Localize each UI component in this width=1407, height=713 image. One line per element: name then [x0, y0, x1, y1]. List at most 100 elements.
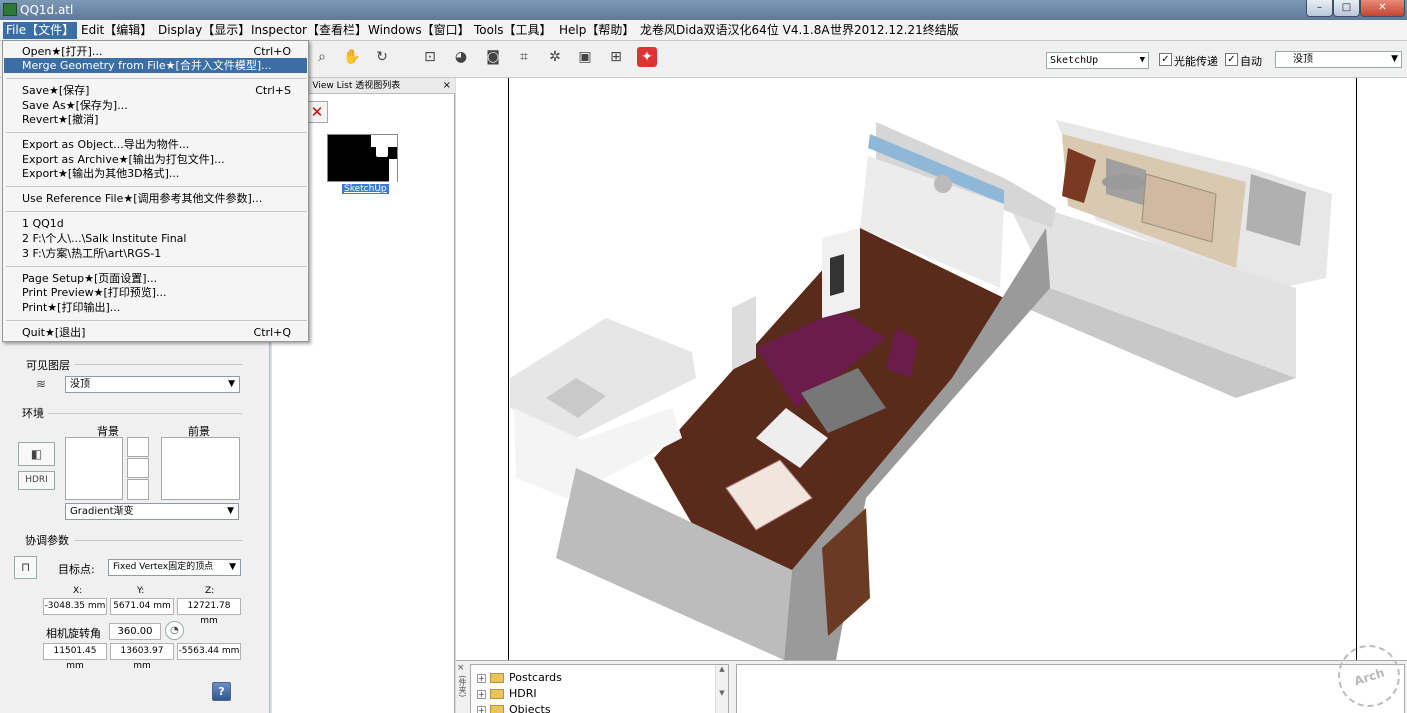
3d-viewport[interactable] — [456, 78, 1407, 660]
gear-icon[interactable]: ✲ — [545, 47, 565, 67]
layers-select[interactable]: 没顶 ▼ — [65, 376, 240, 393]
menu-item-export-archive[interactable]: Export as Archive★[输出为打包文件]... — [4, 152, 307, 167]
hdri-button[interactable]: HDRI — [18, 471, 55, 490]
menu-separator — [6, 186, 307, 187]
target-x-field[interactable]: -3048.35 mm — [43, 598, 107, 615]
menu-item-revert[interactable]: Revert★[撤消] — [4, 112, 307, 127]
camera-icon[interactable]: ◙ — [483, 47, 503, 67]
environment-label: 环境 — [22, 407, 44, 420]
menu-item-recent-2[interactable]: 2 F:\个人\...\Salk Institute Final — [4, 231, 307, 246]
tree-item-hdri[interactable]: + HDRI — [477, 687, 537, 700]
chevron-down-icon: ▼ — [228, 379, 235, 389]
menu-item-use-reference[interactable]: Use Reference File★[调用参考其他文件参数]... — [4, 191, 307, 206]
close-icon[interactable]: × — [443, 78, 451, 94]
picture-frame — [830, 254, 844, 296]
layers-icon[interactable]: ≋ — [32, 377, 50, 391]
camera-y-field[interactable]: 13603.97 mm — [110, 643, 174, 671]
camera-z-field[interactable]: -5563.44 mm — [177, 643, 241, 660]
swap-slot-top[interactable] — [127, 437, 149, 457]
style-select[interactable]: SketchUp ▼ — [1046, 52, 1149, 69]
delete-view-button[interactable]: ✕ — [306, 101, 328, 123]
target-y-field[interactable]: 5671.04 mm — [110, 598, 174, 615]
orbit-icon[interactable]: ↻ — [372, 47, 392, 67]
expand-icon[interactable]: + — [477, 689, 486, 699]
visible-layers-label: 可见图层 — [26, 359, 70, 372]
menu-edition-info[interactable]: 世界2012.12.21终结版 — [830, 22, 959, 39]
render-icon[interactable]: ✦ — [637, 47, 657, 67]
target-z-field[interactable]: 12721.78 mm — [177, 598, 241, 626]
target-label: 目标点: — [58, 563, 95, 576]
target-select[interactable]: Fixed Vertex固定的顶点 ▼ — [108, 559, 241, 576]
close-button[interactable]: ✕ — [1360, 0, 1405, 17]
menu-item-export[interactable]: Export★[输出为其他3D格式]... — [4, 166, 307, 181]
crop-icon[interactable]: ⊡ — [420, 47, 440, 67]
style-select-value: SketchUp — [1050, 55, 1099, 66]
foreground-swatch[interactable] — [161, 437, 240, 500]
bedroom-lamp — [1102, 174, 1146, 190]
expand-icon[interactable]: + — [477, 705, 486, 713]
view-list-title: e View List 透视图列表 — [304, 81, 401, 91]
radiosity-checkbox[interactable]: ✓ — [1159, 53, 1172, 66]
menu-edit[interactable]: Edit【编辑】 — [81, 22, 152, 39]
menu-item-quit[interactable]: Quit★[退出] Ctrl+Q — [4, 325, 307, 340]
menu-item-print[interactable]: Print★[打印输出]... — [4, 300, 307, 315]
menu-item-merge-geometry[interactable]: Merge Geometry from File★[合并入文件模型]... — [4, 58, 307, 73]
menu-item-save[interactable]: Save★[保存] Ctrl+S — [4, 83, 307, 98]
menu-inspector[interactable]: Inspector【查看栏】 — [251, 22, 367, 39]
minimize-button[interactable]: – — [1306, 0, 1333, 17]
preset-select[interactable]: 没顶 ▼ — [1275, 51, 1402, 68]
menu-item-open[interactable]: Open★[打开]... Ctrl+O — [4, 44, 307, 59]
menu-windows[interactable]: Windows【窗口】 — [368, 22, 470, 39]
auto-label: 自动 — [1240, 55, 1262, 68]
chevron-down-icon: ▼ — [227, 506, 234, 516]
swap-slot-bottom[interactable] — [127, 479, 149, 500]
close-icon[interactable]: × — [457, 663, 465, 673]
expand-icon[interactable]: + — [477, 673, 486, 683]
folder-icon — [490, 705, 504, 713]
swap-slot-middle[interactable] — [127, 458, 149, 478]
zoom-icon[interactable]: ⌕ — [312, 47, 332, 67]
menu-item-export-object[interactable]: Export as Object...导出为物件... — [4, 137, 307, 152]
camera-x-field[interactable]: 11501.45 mm — [43, 643, 107, 671]
apartment-render — [510, 120, 1332, 660]
add-view-icon[interactable]: ⊞ — [606, 47, 626, 67]
frame-icon[interactable]: ⌗ — [514, 47, 534, 67]
x-axis-label: X: — [73, 586, 83, 596]
picture-icon[interactable]: ▣ — [575, 47, 595, 67]
view-thumbnail[interactable] — [327, 134, 398, 183]
tree-item-postcards[interactable]: + Postcards — [477, 671, 562, 684]
lock-icon[interactable]: ⊓ — [14, 556, 37, 579]
environment-icon[interactable]: ◧ — [18, 442, 55, 466]
menu-file[interactable]: File【文件】 — [3, 22, 78, 39]
palette-icon[interactable]: ◕ — [451, 47, 471, 67]
maximize-button[interactable]: □ — [1333, 0, 1360, 17]
menu-tools[interactable]: Tools【工具】 — [474, 22, 552, 39]
menu-item-page-setup[interactable]: Page Setup★[页面设置]... — [4, 271, 307, 286]
library-panel: × (件夹) + Postcards + HDRI + Objects ▲ ▼ — [456, 660, 1407, 713]
menu-item-recent-3[interactable]: 3 F:\方案\热工所\art\RGS-1 — [4, 246, 307, 261]
library-side-tab[interactable]: × (件夹) — [456, 661, 468, 713]
tree-item-objects[interactable]: + Objects — [477, 703, 551, 713]
gradient-select[interactable]: Gradient渐变 ▼ — [65, 503, 239, 520]
menu-separator — [6, 266, 307, 267]
view-thumbnail-label[interactable]: SketchUp — [342, 184, 389, 194]
menu-separator — [6, 132, 307, 133]
tree-scrollbar[interactable]: ▲ ▼ — [715, 665, 728, 713]
rotation-field[interactable]: 360.00 — [109, 623, 161, 640]
section-divider — [74, 364, 242, 365]
y-axis-label: Y: — [137, 586, 145, 596]
menu-separator — [6, 78, 307, 79]
menu-item-save-as[interactable]: Save As★[保存为]... — [4, 98, 307, 113]
menu-item-print-preview[interactable]: Print Preview★[打印预览]... — [4, 285, 307, 300]
rotation-dial-icon[interactable]: ◔ — [165, 621, 184, 640]
menu-display[interactable]: Display【显示】 — [158, 22, 250, 39]
menu-version-info[interactable]: 龙卷风Dida双语汉化64位 V4.1.8A — [640, 22, 830, 39]
help-button[interactable]: ? — [212, 682, 231, 701]
auto-checkbox[interactable]: ✓ — [1225, 53, 1238, 66]
menu-separator — [6, 211, 307, 212]
folder-icon — [490, 689, 504, 699]
menu-item-recent-1[interactable]: 1 QQ1d — [4, 216, 307, 231]
background-swatch[interactable] — [65, 437, 123, 500]
hand-icon[interactable]: ✋ — [342, 47, 362, 67]
menu-help[interactable]: Help【帮助】 — [559, 22, 634, 39]
